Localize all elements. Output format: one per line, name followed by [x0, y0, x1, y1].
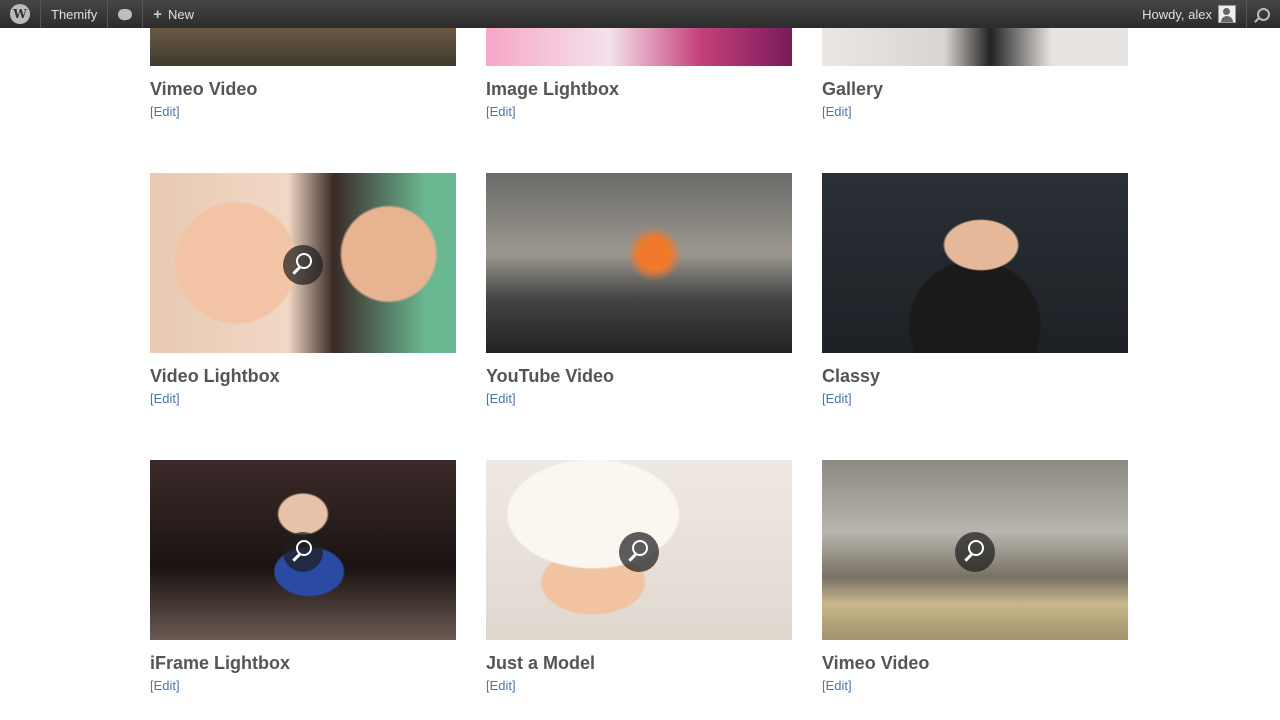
- post-thumbnail[interactable]: [150, 173, 456, 353]
- edit-link-label: [Edit]: [150, 391, 180, 406]
- post-card: iFrame Lightbox [Edit]: [150, 460, 456, 694]
- post-title[interactable]: Vimeo Video: [150, 78, 456, 100]
- edit-link[interactable]: [Edit]: [486, 391, 792, 407]
- edit-link[interactable]: [Edit]: [150, 678, 456, 694]
- edit-link[interactable]: [Edit]: [150, 391, 456, 407]
- post-card: Classy [Edit]: [822, 173, 1128, 407]
- site-name-link[interactable]: Themify: [41, 0, 109, 28]
- post-title[interactable]: Video Lightbox: [150, 365, 456, 387]
- edit-link-label: [Edit]: [150, 678, 180, 693]
- site-name-label: Themify: [51, 6, 98, 22]
- post-thumbnail[interactable]: [486, 173, 792, 353]
- post-title[interactable]: Vimeo Video: [822, 652, 1128, 674]
- edit-link-label: [Edit]: [822, 391, 852, 406]
- edit-link[interactable]: [Edit]: [822, 104, 1128, 120]
- zoom-lightbox-icon[interactable]: [283, 532, 323, 572]
- edit-link[interactable]: [Edit]: [822, 678, 1128, 694]
- edit-link-label: [Edit]: [486, 391, 516, 406]
- post-thumbnail[interactable]: [822, 28, 1128, 66]
- avatar-icon: [1218, 5, 1236, 23]
- edit-link-label: [Edit]: [150, 104, 180, 119]
- post-title[interactable]: iFrame Lightbox: [150, 652, 456, 674]
- edit-link[interactable]: [Edit]: [150, 104, 456, 120]
- edit-link[interactable]: [Edit]: [486, 104, 792, 120]
- admin-bar: W Themify + New Howdy, alex: [0, 0, 1280, 28]
- admin-bar-left: W Themify + New: [0, 0, 204, 28]
- post-title[interactable]: Gallery: [822, 78, 1128, 100]
- search-icon: [1257, 7, 1270, 21]
- post-card: Vimeo Video [Edit]: [150, 28, 456, 120]
- post-card: YouTube Video [Edit]: [486, 173, 792, 407]
- admin-bar-right: Howdy, alex: [1132, 0, 1280, 28]
- post-title[interactable]: Just a Model: [486, 652, 792, 674]
- wordpress-logo-icon: W: [10, 4, 30, 24]
- post-thumbnail[interactable]: [486, 28, 792, 66]
- zoom-lightbox-icon[interactable]: [619, 532, 659, 572]
- post-card: Image Lightbox [Edit]: [486, 28, 792, 120]
- admin-search-button[interactable]: [1247, 0, 1280, 28]
- wordpress-logo-menu[interactable]: W: [0, 0, 41, 28]
- post-thumbnail[interactable]: [822, 460, 1128, 640]
- post-thumbnail[interactable]: [150, 28, 456, 66]
- post-thumbnail[interactable]: [150, 460, 456, 640]
- post-thumbnail[interactable]: [486, 460, 792, 640]
- comments-button[interactable]: [108, 0, 144, 28]
- post-card: Vimeo Video [Edit]: [822, 460, 1128, 694]
- edit-link-label: [Edit]: [486, 104, 516, 119]
- plus-icon: +: [153, 5, 162, 23]
- edit-link[interactable]: [Edit]: [822, 391, 1128, 407]
- post-title[interactable]: Image Lightbox: [486, 78, 792, 100]
- edit-link[interactable]: [Edit]: [486, 678, 792, 694]
- my-account-menu[interactable]: Howdy, alex: [1132, 0, 1247, 28]
- new-content-label: New: [168, 6, 195, 22]
- zoom-lightbox-icon[interactable]: [955, 532, 995, 572]
- post-card: Just a Model [Edit]: [486, 460, 792, 694]
- edit-link-label: [Edit]: [822, 678, 852, 693]
- edit-link-label: [Edit]: [486, 678, 516, 693]
- post-title[interactable]: Classy: [822, 365, 1128, 387]
- post-thumbnail[interactable]: [822, 173, 1128, 353]
- edit-link-label: [Edit]: [822, 104, 852, 119]
- zoom-lightbox-icon[interactable]: [283, 245, 323, 285]
- account-greeting: Howdy, alex: [1142, 6, 1212, 22]
- comment-bubble-icon: [118, 8, 133, 21]
- new-content-button[interactable]: + New: [143, 0, 204, 28]
- post-card: Gallery [Edit]: [822, 28, 1128, 120]
- post-title[interactable]: YouTube Video: [486, 365, 792, 387]
- post-card: Video Lightbox [Edit]: [150, 173, 456, 407]
